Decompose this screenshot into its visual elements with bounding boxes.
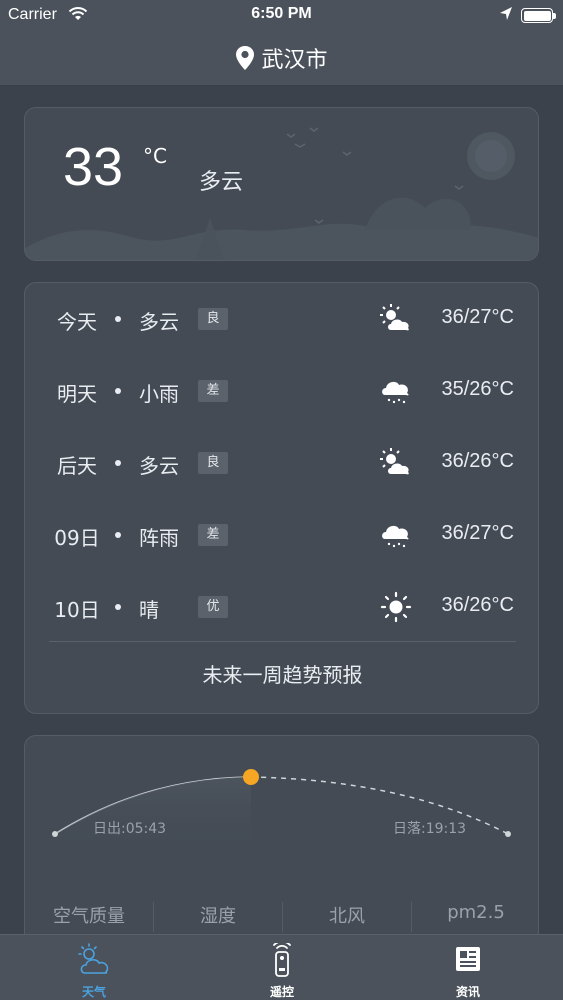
tab-weather[interactable]: 天气 xyxy=(34,935,154,1000)
separator-dot xyxy=(115,460,121,466)
forecast-card: 今天 多云 良 36/27°C 明天 小雨 差 35/26°C 后天 多云 良 … xyxy=(24,282,539,714)
tab-label: 遥控 xyxy=(269,985,294,999)
temperature-range: 36/27°C xyxy=(441,306,515,328)
aqi-badge: 差 xyxy=(198,380,228,402)
temperature-range: 36/26°C xyxy=(441,594,515,616)
metric-air-quality[interactable]: 空气质量 xyxy=(25,902,154,932)
metrics-row: 空气质量 湿度 北风 pm2.5 xyxy=(25,902,538,932)
sun-position-dot xyxy=(243,769,259,785)
metric-wind[interactable]: 北风 xyxy=(283,902,412,932)
location-pin-icon xyxy=(236,45,255,70)
tab-label: 资讯 xyxy=(455,985,480,999)
forecast-day: 今天 xyxy=(57,310,97,334)
forecast-condition: 小雨 xyxy=(139,382,179,406)
battery-tip xyxy=(553,13,556,19)
temperature-range: 36/27°C xyxy=(441,522,515,544)
tab-label: 天气 xyxy=(81,985,106,999)
status-time: 6:50 PM xyxy=(251,5,312,22)
sunset-point xyxy=(505,831,511,837)
sunrise-point xyxy=(52,831,58,837)
status-bar: Carrier 6:50 PM xyxy=(0,0,563,30)
nav-bar: 武汉市 xyxy=(0,30,563,86)
forecast-condition: 晴 xyxy=(139,598,159,622)
temperature-unit: °C xyxy=(143,144,167,168)
separator-dot xyxy=(115,316,121,322)
forecast-row[interactable]: 今天 多云 良 36/27°C xyxy=(25,283,538,355)
forecast-day: 明天 xyxy=(57,382,97,406)
sun-path-remaining xyxy=(250,776,509,835)
current-temperature: 33 xyxy=(63,137,124,197)
aqi-badge: 优 xyxy=(198,596,228,618)
metric-humidity[interactable]: 湿度 xyxy=(154,902,283,932)
partly-cloudy-icon xyxy=(380,448,409,475)
forecast-day: 10日 xyxy=(54,598,100,622)
metric-pm25[interactable]: pm2.5 xyxy=(412,902,538,932)
forecast-row[interactable]: 明天 小雨 差 35/26°C xyxy=(25,355,538,427)
weather-icon xyxy=(78,943,109,974)
forecast-row[interactable]: 后天 多云 良 36/26°C xyxy=(25,427,538,499)
sunrise-time: 日出:05:43 xyxy=(93,821,167,837)
separator-dot xyxy=(115,532,121,538)
tab-remote[interactable]: 遥控 xyxy=(222,935,342,1000)
separator-dot xyxy=(115,604,121,610)
sun-arc xyxy=(52,769,511,856)
aqi-badge: 差 xyxy=(198,524,228,546)
week-forecast-link[interactable]: 未来一周趋势预报 xyxy=(25,659,538,688)
aqi-badge: 良 xyxy=(198,308,228,330)
divider xyxy=(49,641,516,642)
remote-icon xyxy=(273,943,291,977)
rain-icon xyxy=(382,525,409,548)
forecast-condition: 多云 xyxy=(139,310,179,334)
rain-icon xyxy=(382,381,409,404)
sun-card: 日出:05:43 日落:19:13 空气质量 湿度 北风 pm2.5 xyxy=(24,735,539,955)
forecast-row[interactable]: 10日 晴 优 36/26°C xyxy=(25,571,538,643)
separator-dot xyxy=(115,388,121,394)
aqi-badge: 良 xyxy=(198,452,228,474)
temperature-range: 36/26°C xyxy=(441,450,515,472)
tab-bar: 天气 遥控 资讯 xyxy=(0,934,563,1000)
news-icon xyxy=(456,947,480,971)
forecast-day: 后天 xyxy=(57,454,97,478)
sun-icon xyxy=(380,591,412,623)
forecast-condition: 阵雨 xyxy=(139,526,179,550)
sunset-time: 日落:19:13 xyxy=(393,821,467,837)
tab-news[interactable]: 资讯 xyxy=(408,935,528,1000)
forecast-row[interactable]: 09日 阵雨 差 36/27°C xyxy=(25,499,538,571)
forecast-condition: 多云 xyxy=(139,454,179,478)
location-arrow-icon xyxy=(500,7,512,20)
partly-cloudy-icon xyxy=(380,304,409,331)
battery-icon xyxy=(521,8,553,23)
temperature-range: 35/26°C xyxy=(441,378,515,400)
current-weather-card: 33 °C 多云 xyxy=(24,107,539,261)
page-title[interactable]: 武汉市 xyxy=(261,42,327,74)
current-condition: 多云 xyxy=(199,170,244,195)
forecast-day: 09日 xyxy=(54,526,100,550)
